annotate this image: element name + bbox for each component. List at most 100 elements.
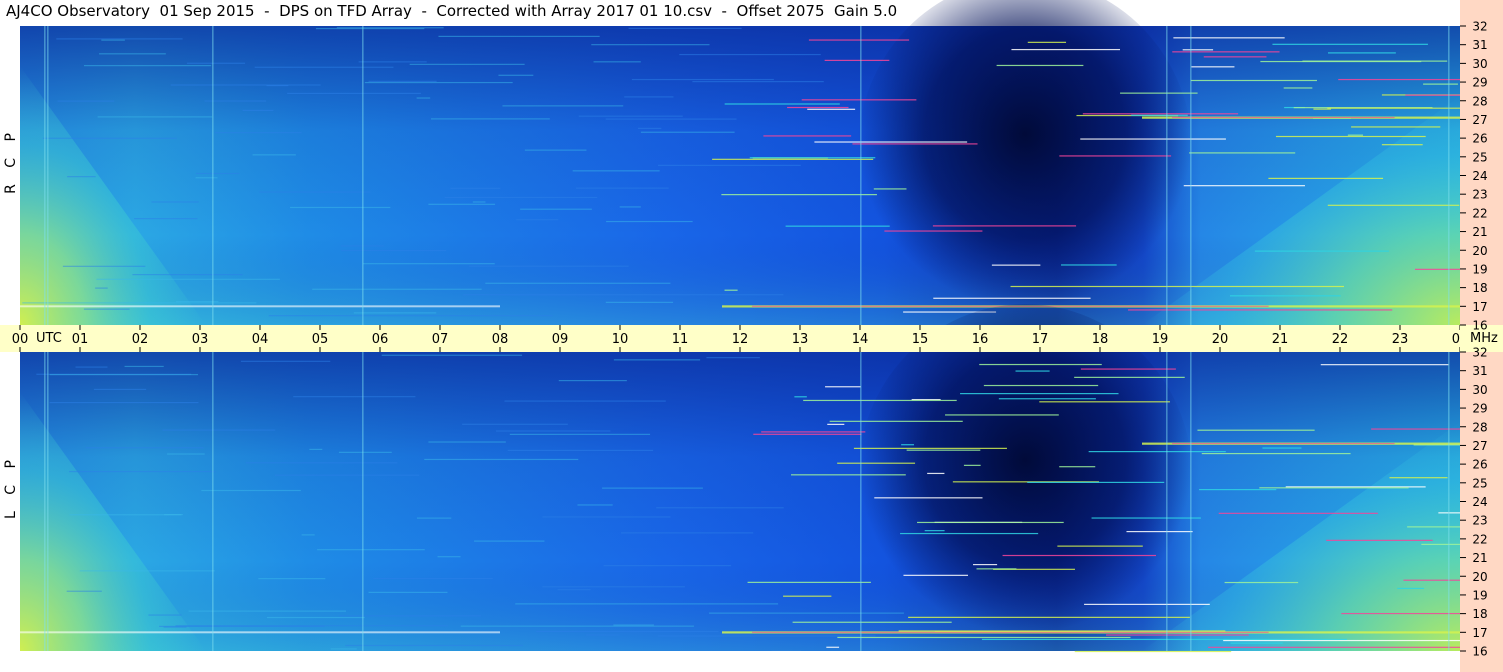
signal-streak [75, 366, 108, 368]
signal-streak [771, 650, 802, 653]
time-tick-label: 14 [852, 332, 869, 347]
interference-line [362, 26, 364, 325]
signal-streak [1074, 376, 1185, 378]
signal-streak [148, 614, 182, 616]
signal-streak [638, 127, 662, 129]
signal-streak [924, 530, 945, 532]
signal-streak [341, 249, 447, 252]
signal-streak [409, 63, 525, 65]
time-tick-label: 07 [432, 332, 449, 347]
signal-streak [1189, 152, 1296, 154]
signal-streak [1327, 204, 1460, 206]
signal-streak [1191, 66, 1235, 68]
time-tick-label: 23 [1392, 332, 1409, 347]
frequency-tick-label: 22 [1472, 206, 1487, 220]
signal-streak [266, 84, 289, 87]
signal-streak [381, 354, 523, 356]
time-tick-label: 05 [312, 332, 329, 347]
interference-line [1448, 26, 1450, 325]
signal-streak [837, 636, 1131, 639]
signal-streak [1341, 612, 1460, 615]
signal-streak [874, 497, 983, 499]
signal-streak [438, 35, 600, 37]
time-tick-label: 10 [612, 332, 629, 347]
signal-streak [1088, 451, 1226, 453]
signal-streak [1010, 285, 1345, 288]
time-tick-label: 15 [912, 332, 929, 347]
signal-streak [373, 577, 493, 580]
signal-streak [783, 595, 832, 597]
signal-streak [507, 449, 654, 452]
signal-streak [49, 374, 198, 376]
signal-streak [240, 360, 331, 362]
signal-streak [656, 507, 784, 509]
signal-streak [368, 80, 437, 82]
signal-streak [268, 315, 553, 317]
signal-streak [1414, 268, 1460, 270]
time-tick-label: 17 [1032, 332, 1049, 347]
signal-streak [1327, 107, 1460, 109]
signal-streak [706, 357, 760, 359]
signal-streak [22, 302, 257, 304]
signal-streak [287, 92, 421, 95]
signal-streak [416, 97, 431, 99]
signal-streak [724, 289, 738, 291]
signal-streak [628, 27, 742, 30]
signal-streak [124, 365, 164, 368]
signal-streak [362, 263, 495, 265]
signal-streak [57, 100, 115, 102]
signal-streak [520, 208, 592, 210]
frequency-tick-label: 28 [1472, 94, 1487, 108]
frequency-tick-label: 31 [1472, 38, 1487, 52]
signal-streak [95, 287, 108, 289]
interference-line [44, 26, 46, 325]
signal-streak [917, 521, 1064, 524]
time-tick-label: 02 [132, 332, 149, 347]
signal-streak [932, 225, 1077, 227]
frequency-tick-label: 23 [1472, 188, 1487, 202]
signal-streak [509, 433, 651, 435]
signal-streak [983, 384, 1099, 387]
signal-streak [159, 625, 325, 627]
interference-line [860, 26, 862, 325]
signal-streak [1229, 295, 1341, 297]
signal-streak [901, 444, 914, 446]
time-tick-label: 08 [492, 332, 509, 347]
signal-streak [56, 38, 183, 40]
signal-streak [1127, 309, 1393, 311]
signal-streak [761, 431, 866, 433]
signal-streak [1320, 364, 1449, 366]
signal-streak [1190, 79, 1317, 82]
signal-streak [692, 81, 824, 83]
signal-streak [195, 172, 240, 175]
signal-streak [1183, 185, 1305, 187]
signal-streak [502, 105, 624, 107]
signal-streak [709, 612, 904, 614]
frequency-tick-label: 29 [1472, 402, 1487, 416]
signal-streak [252, 154, 296, 156]
signal-streak [67, 176, 96, 178]
frequency-tick-label: 20 [1472, 244, 1487, 258]
signal-streak [1326, 539, 1433, 541]
panel-lcp [20, 304, 1460, 653]
persistent-line-left [20, 305, 500, 308]
signal-streak [1059, 466, 1096, 468]
time-tick-label: 16 [972, 332, 989, 347]
signal-streak [504, 400, 666, 402]
signal-streak [593, 61, 641, 63]
signal-streak [1328, 52, 1396, 54]
signal-streak [826, 646, 840, 648]
signal-streak [631, 78, 774, 81]
signal-streak [763, 135, 852, 137]
frequency-tick-label: 21 [1472, 225, 1487, 239]
frequency-tick-label: 32 [1472, 346, 1487, 360]
signal-streak [430, 118, 550, 120]
signal-streak [330, 648, 357, 650]
signal-streak [450, 187, 501, 189]
signal-streak [1011, 48, 1121, 51]
signal-streak [824, 59, 890, 61]
signal-streak [99, 53, 166, 55]
signal-streak [1405, 94, 1460, 96]
signal-streak [981, 638, 1347, 641]
interference-line [47, 352, 49, 651]
